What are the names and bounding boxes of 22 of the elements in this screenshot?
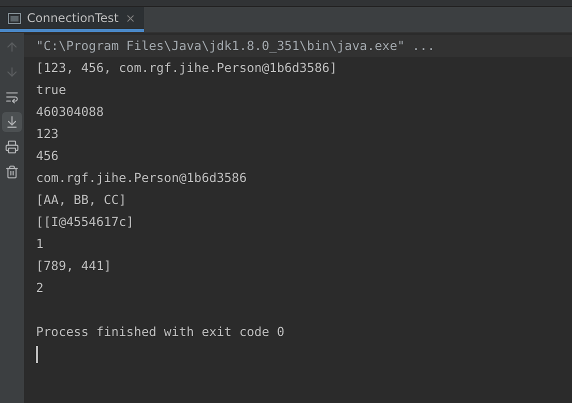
- output-line: 123: [36, 124, 59, 143]
- console-tab[interactable]: ConnectionTest: [0, 7, 144, 32]
- output-line: 1: [36, 234, 44, 253]
- command-line: "C:\Program Files\Java\jdk1.8.0_351\bin\java.exe" ...: [36, 36, 435, 55]
- console-window-icon: [8, 12, 21, 24]
- trash-icon: [5, 165, 19, 179]
- output-line: Process finished with exit code 0: [36, 322, 284, 341]
- output-line: [[I@4554617c]: [36, 212, 134, 231]
- output-line: 456: [36, 146, 59, 165]
- print-icon: [5, 140, 19, 154]
- output-line: [123, 456, com.rgf.jihe.Person@1b6d3586]: [36, 58, 338, 77]
- output-line: true: [36, 80, 66, 99]
- scroll-end-button[interactable]: [2, 112, 22, 132]
- close-icon[interactable]: [124, 12, 136, 24]
- output-line: 460304088: [36, 102, 104, 121]
- scroll-to-end-icon: [5, 115, 19, 129]
- output-line: com.rgf.jihe.Person@1b6d3586: [36, 168, 247, 187]
- output-line: [AA, BB, CC]: [36, 190, 126, 209]
- soft-wrap-icon: [5, 90, 19, 104]
- tab-label: ConnectionTest: [27, 10, 119, 27]
- output-line: [789, 441]: [36, 256, 112, 275]
- output-line: 2: [36, 278, 44, 297]
